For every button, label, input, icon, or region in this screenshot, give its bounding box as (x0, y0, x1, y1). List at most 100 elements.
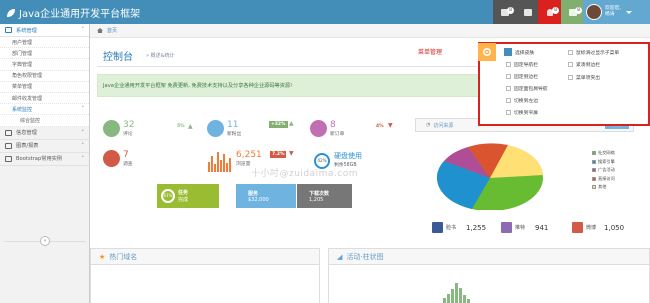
checkbox[interactable] (506, 110, 511, 115)
activity-bar (463, 295, 466, 303)
visitor-pie (436, 143, 543, 210)
option-highlight-menu[interactable]: 菜单项突出 (568, 74, 600, 81)
skin-swatch[interactable] (504, 48, 512, 56)
weibo-icon (572, 222, 583, 233)
panel-title: 热门域名 (109, 252, 138, 261)
sidebar-item-users[interactable]: 用户管理 (0, 37, 89, 49)
social-value: 1,255 (466, 223, 487, 232)
tile-title: 任务 (178, 190, 189, 196)
watermark: 十小吋@zuidaima.com (251, 169, 359, 179)
option-label: 固定侧边栏 (514, 75, 538, 80)
checkbox[interactable] (506, 62, 511, 67)
checkbox[interactable] (568, 50, 573, 55)
tile-downloads[interactable]: 下载次数 1,205 (297, 184, 352, 208)
sidebar-item-menus[interactable]: 菜单管理 (0, 81, 89, 93)
tile-value: 完成 (178, 197, 189, 203)
stat-pct-badge: +32% (269, 121, 288, 128)
tag-icon (5, 155, 12, 162)
option-narrow-screen[interactable]: 切换到窄屏 (506, 109, 538, 116)
avatar (586, 4, 602, 20)
option-compact-sidebar[interactable]: 紧凑侧边栏 (568, 61, 600, 68)
option-hover-submenu[interactable]: 鼠标滑过显示子菜单 (568, 49, 619, 56)
sidebar-collapse-button[interactable]: « (40, 236, 50, 246)
tile-tasks[interactable]: 61% 任务 完成 (157, 184, 219, 208)
legend-swatch (592, 151, 596, 156)
chevron-down-icon: ˅ (81, 106, 85, 113)
sidebar-item-charts[interactable]: 图表/报表 ˅ (0, 140, 89, 153)
stat-comments: 32 评论 (103, 120, 134, 137)
cart-icon (310, 120, 327, 137)
messages-button[interactable]: 8 (561, 0, 584, 24)
filler-button[interactable] (516, 0, 539, 24)
option-label: 固定导航栏 (514, 63, 538, 68)
sidebar-item-departments[interactable]: 部门管理 (0, 48, 89, 60)
spark-bar (208, 162, 210, 172)
signal-icon: ◢ (337, 252, 343, 261)
sidebar-item-dictionary[interactable]: 字典管理 (0, 59, 89, 71)
twitter-icon (207, 120, 224, 137)
activity-bars (443, 280, 473, 303)
notifications-button[interactable]: 8 (538, 0, 561, 24)
option-fixed-sidebar[interactable]: 固定侧边栏 (506, 73, 538, 80)
tasks-ring: 61% (161, 189, 175, 203)
leaf-icon (7, 8, 15, 17)
sidebar-item-overall-monitor[interactable]: 综合监控 (0, 115, 89, 127)
tasks-button[interactable]: 8 (493, 0, 516, 24)
sidebar-item-monitor[interactable]: 系统监控 ˅ (0, 104, 89, 116)
checkbox[interactable] (506, 98, 511, 103)
menu-management-annotation: 菜单管理 (418, 49, 443, 56)
sidebar-item-bootstrap[interactable]: Bootstrap常用实例 ˅ (0, 153, 89, 166)
social-label: 推特 (515, 225, 526, 231)
stat-pageviews: 6,251 浏览量 (236, 150, 262, 167)
spark-bar (229, 158, 231, 172)
legend-item: 社交网络 (592, 149, 615, 158)
legend-swatch (592, 159, 596, 164)
sidebar-item-label: 邮件收发管理 (12, 95, 43, 102)
checkbox[interactable] (506, 74, 511, 79)
checkbox[interactable] (568, 75, 573, 80)
stat-value: 硬盘使用 (334, 152, 362, 160)
signal-icon: ◔ (426, 122, 431, 128)
sidebar-item-mail[interactable]: 邮件收发管理 (0, 92, 89, 105)
notifications-badge: 8 (552, 7, 559, 14)
user-menu[interactable]: 欢迎您, 杨涛 (583, 0, 650, 24)
survey-icon (103, 150, 120, 167)
spark-bar (223, 154, 225, 172)
breadcrumb-home[interactable]: 首页 (107, 27, 117, 34)
tile-service[interactable]: 服务 $32,000 (236, 184, 296, 208)
sidebar-item-system[interactable]: 系统管理 ˅ (0, 24, 89, 37)
arrow-up-icon: ▲ (289, 120, 294, 127)
option-fixed-breadcrumb[interactable]: 固定面包屑导航 (506, 85, 548, 92)
stat-value: 32 (123, 120, 135, 130)
chevron-down-icon: ˅ (81, 27, 85, 33)
activity-bar (459, 288, 462, 303)
option-switch-left[interactable]: 切换到左边 (506, 97, 538, 104)
option-fixed-navbar[interactable]: 固定导航栏 (506, 61, 538, 68)
tile-title: 服务 (248, 190, 259, 197)
checkbox[interactable] (506, 86, 511, 91)
stat-label: 评论 (123, 132, 133, 137)
activity-bar-panel: ◢ 活动·柱状图 (328, 248, 650, 303)
sidebar-item-label: 菜单管理 (12, 84, 33, 91)
pie-legend: 社交网络 搜索引擎 广告活动 直接访问 其他 (592, 149, 615, 192)
option-label: 切换到窄屏 (514, 111, 538, 116)
list-icon (5, 129, 12, 136)
sidebar-item-roles[interactable]: 角色权限管理 (0, 70, 89, 82)
brand[interactable]: Java企业通用开发平台框架 (6, 5, 140, 20)
sidebar-item-label: 用户管理 (12, 39, 33, 46)
user-greeting: 欢迎您, 杨涛 (605, 6, 621, 17)
option-skin[interactable]: 选择皮肤 (504, 48, 534, 56)
caret-down-icon (625, 10, 632, 14)
chart-icon (5, 142, 12, 149)
sidebar-item-info[interactable]: 信息管理 ˅ (0, 127, 89, 140)
chevron-down-icon: ˅ (81, 142, 85, 149)
social-label: 微博 (586, 225, 597, 231)
activity-bar (443, 298, 446, 303)
sidebar: 系统管理 ˅ 用户管理 部门管理 字典管理 角色权限管理 菜单管理 邮件收发管理… (0, 24, 90, 303)
checkbox[interactable] (568, 62, 573, 67)
stat-value: 8 (330, 120, 336, 130)
activity-bar (451, 289, 454, 303)
settings-toggle[interactable] (478, 43, 496, 61)
social-facebook: 脸书 1,255 (432, 222, 486, 233)
spark-bar (214, 164, 216, 172)
